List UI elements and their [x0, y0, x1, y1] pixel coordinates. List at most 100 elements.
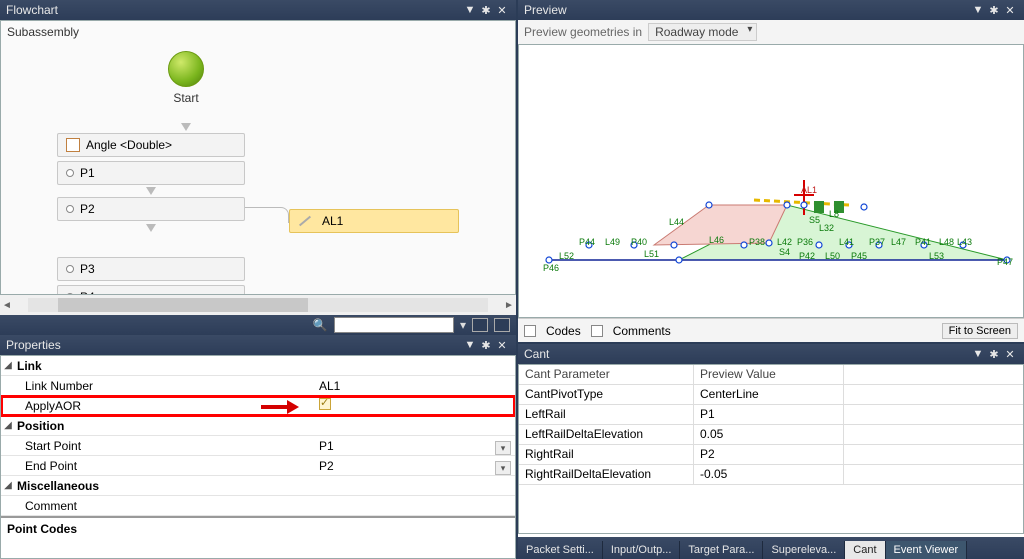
- red-arrow-icon: [261, 399, 301, 413]
- table-row[interactable]: RightRail P2: [519, 445, 1023, 465]
- group-misc[interactable]: ◢ Miscellaneous: [1, 476, 515, 496]
- group-link[interactable]: ◢ Link: [1, 356, 515, 376]
- tab-target-params[interactable]: Target Para...: [680, 541, 763, 559]
- dropdown-icon[interactable]: ▼: [970, 4, 986, 16]
- flowchart-h-scrollbar[interactable]: ◄ ►: [0, 295, 516, 315]
- p4-node[interactable]: P4: [57, 285, 245, 295]
- preview-canvas[interactable]: AL1 P46 L52 P44 L49 P40 L44 L51 L46 P38 …: [518, 44, 1024, 318]
- p1-label: P1: [80, 166, 95, 180]
- tab-superelevation[interactable]: Supereleva...: [763, 541, 845, 559]
- group-link-label: Link: [15, 359, 315, 373]
- cant-value[interactable]: P1: [694, 405, 844, 424]
- tab-input-output[interactable]: Input/Outp...: [603, 541, 681, 559]
- pin-icon[interactable]: ✱: [478, 339, 494, 352]
- cant-panel: Cant ▼ ✱ ✕ Cant Parameter Preview Value …: [518, 344, 1024, 559]
- port-icon: [66, 265, 74, 273]
- chevron-down-icon[interactable]: ▾: [495, 461, 511, 475]
- tab-event-viewer[interactable]: Event Viewer: [886, 541, 968, 559]
- dropdown-icon[interactable]: ▼: [970, 348, 986, 360]
- close-icon[interactable]: ✕: [494, 339, 510, 352]
- svg-text:AL1: AL1: [801, 185, 817, 195]
- p3-node[interactable]: P3: [57, 257, 245, 281]
- dropdown-icon[interactable]: ▾: [460, 318, 466, 332]
- row-end-point[interactable]: End Point P2▾: [1, 456, 515, 476]
- row-apply-aor[interactable]: ApplyAOR: [1, 396, 515, 416]
- svg-text:L53: L53: [929, 251, 944, 261]
- collapse-icon[interactable]: [494, 318, 510, 332]
- fit-to-screen-button[interactable]: Fit to Screen: [942, 323, 1018, 339]
- preview-toolbar: Preview geometries in Roadway mode: [518, 20, 1024, 44]
- table-row[interactable]: CantPivotType CenterLine: [519, 385, 1023, 405]
- properties-footer: Point Codes: [1, 516, 515, 540]
- close-icon[interactable]: ✕: [494, 4, 510, 17]
- row-start-point[interactable]: Start Point P1▾: [1, 436, 515, 456]
- start-label: Start: [151, 91, 221, 105]
- collapse-caret-icon[interactable]: ◢: [1, 360, 15, 371]
- checkbox-checked-icon[interactable]: [319, 398, 331, 410]
- pin-icon[interactable]: ✱: [986, 4, 1002, 17]
- search-icon[interactable]: 🔍: [312, 318, 328, 332]
- link-number-value[interactable]: AL1: [315, 379, 515, 393]
- pin-icon[interactable]: ✱: [986, 348, 1002, 361]
- cant-header: Cant ▼ ✱ ✕: [518, 344, 1024, 364]
- scroll-left-icon[interactable]: ◄: [0, 300, 14, 311]
- cant-grid: Cant Parameter Preview Value CantPivotTy…: [518, 364, 1024, 534]
- table-row[interactable]: RightRailDeltaElevation -0.05: [519, 465, 1023, 485]
- row-link-number[interactable]: Link Number AL1: [1, 376, 515, 396]
- row-comment[interactable]: Comment: [1, 496, 515, 516]
- table-row[interactable]: LeftRail P1: [519, 405, 1023, 425]
- arrow-down-icon: [146, 187, 156, 195]
- p2-node[interactable]: P2: [57, 197, 245, 221]
- scroll-right-icon[interactable]: ►: [502, 300, 516, 311]
- cant-value[interactable]: CenterLine: [694, 385, 844, 404]
- pin-icon[interactable]: ✱: [478, 4, 494, 17]
- codes-checkbox[interactable]: [524, 325, 536, 337]
- close-icon[interactable]: ✕: [1002, 348, 1018, 361]
- svg-text:L42: L42: [777, 237, 792, 247]
- svg-text:L50: L50: [825, 251, 840, 261]
- start-node[interactable]: Start: [151, 51, 221, 105]
- cant-value[interactable]: 0.05: [694, 425, 844, 444]
- dropdown-icon[interactable]: ▼: [462, 339, 478, 351]
- start-point-value[interactable]: P1▾: [315, 439, 515, 453]
- al1-label: AL1: [322, 214, 343, 228]
- comments-checkbox[interactable]: [591, 325, 603, 337]
- flowchart-search-input[interactable]: [334, 317, 454, 333]
- start-point-label: Start Point: [15, 439, 315, 453]
- svg-text:L52: L52: [559, 251, 574, 261]
- dropdown-icon[interactable]: ▼: [462, 4, 478, 16]
- tabs-bar: Packet Setti... Input/Outp... Target Par…: [518, 537, 1024, 559]
- start-circle-icon: [168, 51, 204, 87]
- preview-svg: AL1 P46 L52 P44 L49 P40 L44 L51 L46 P38 …: [519, 45, 1024, 319]
- angle-node[interactable]: Angle <Double>: [57, 133, 245, 157]
- end-point-value[interactable]: P2▾: [315, 459, 515, 473]
- group-position[interactable]: ◢ Position: [1, 416, 515, 436]
- link-number-label: Link Number: [15, 379, 315, 393]
- svg-text:P37: P37: [869, 237, 885, 247]
- collapse-caret-icon[interactable]: ◢: [1, 480, 15, 491]
- scroll-thumb[interactable]: [58, 298, 308, 312]
- connector-line: [245, 207, 289, 223]
- expand-icon[interactable]: [472, 318, 488, 332]
- group-misc-label: Miscellaneous: [15, 479, 315, 493]
- tab-cant[interactable]: Cant: [845, 541, 885, 559]
- cant-value[interactable]: -0.05: [694, 465, 844, 484]
- svg-text:P44: P44: [579, 237, 595, 247]
- svg-text:S4: S4: [779, 247, 790, 257]
- scroll-track[interactable]: [28, 298, 488, 312]
- preview-title: Preview: [524, 3, 970, 17]
- p1-node[interactable]: P1: [57, 161, 245, 185]
- cant-value[interactable]: P2: [694, 445, 844, 464]
- tab-packet-settings[interactable]: Packet Setti...: [518, 541, 603, 559]
- apply-aor-value[interactable]: [315, 398, 515, 413]
- table-row[interactable]: LeftRailDeltaElevation 0.05: [519, 425, 1023, 445]
- comment-label: Comment: [15, 499, 315, 513]
- flowchart-canvas[interactable]: Subassembly Start Angle <Double> P1 P2 A…: [0, 20, 516, 295]
- close-icon[interactable]: ✕: [1002, 4, 1018, 17]
- al1-node[interactable]: AL1: [289, 209, 459, 233]
- group-position-label: Position: [15, 419, 315, 433]
- angle-node-label: Angle <Double>: [86, 138, 172, 152]
- collapse-caret-icon[interactable]: ◢: [1, 420, 15, 431]
- preview-mode-select[interactable]: Roadway mode: [648, 23, 757, 41]
- chevron-down-icon[interactable]: ▾: [495, 441, 511, 455]
